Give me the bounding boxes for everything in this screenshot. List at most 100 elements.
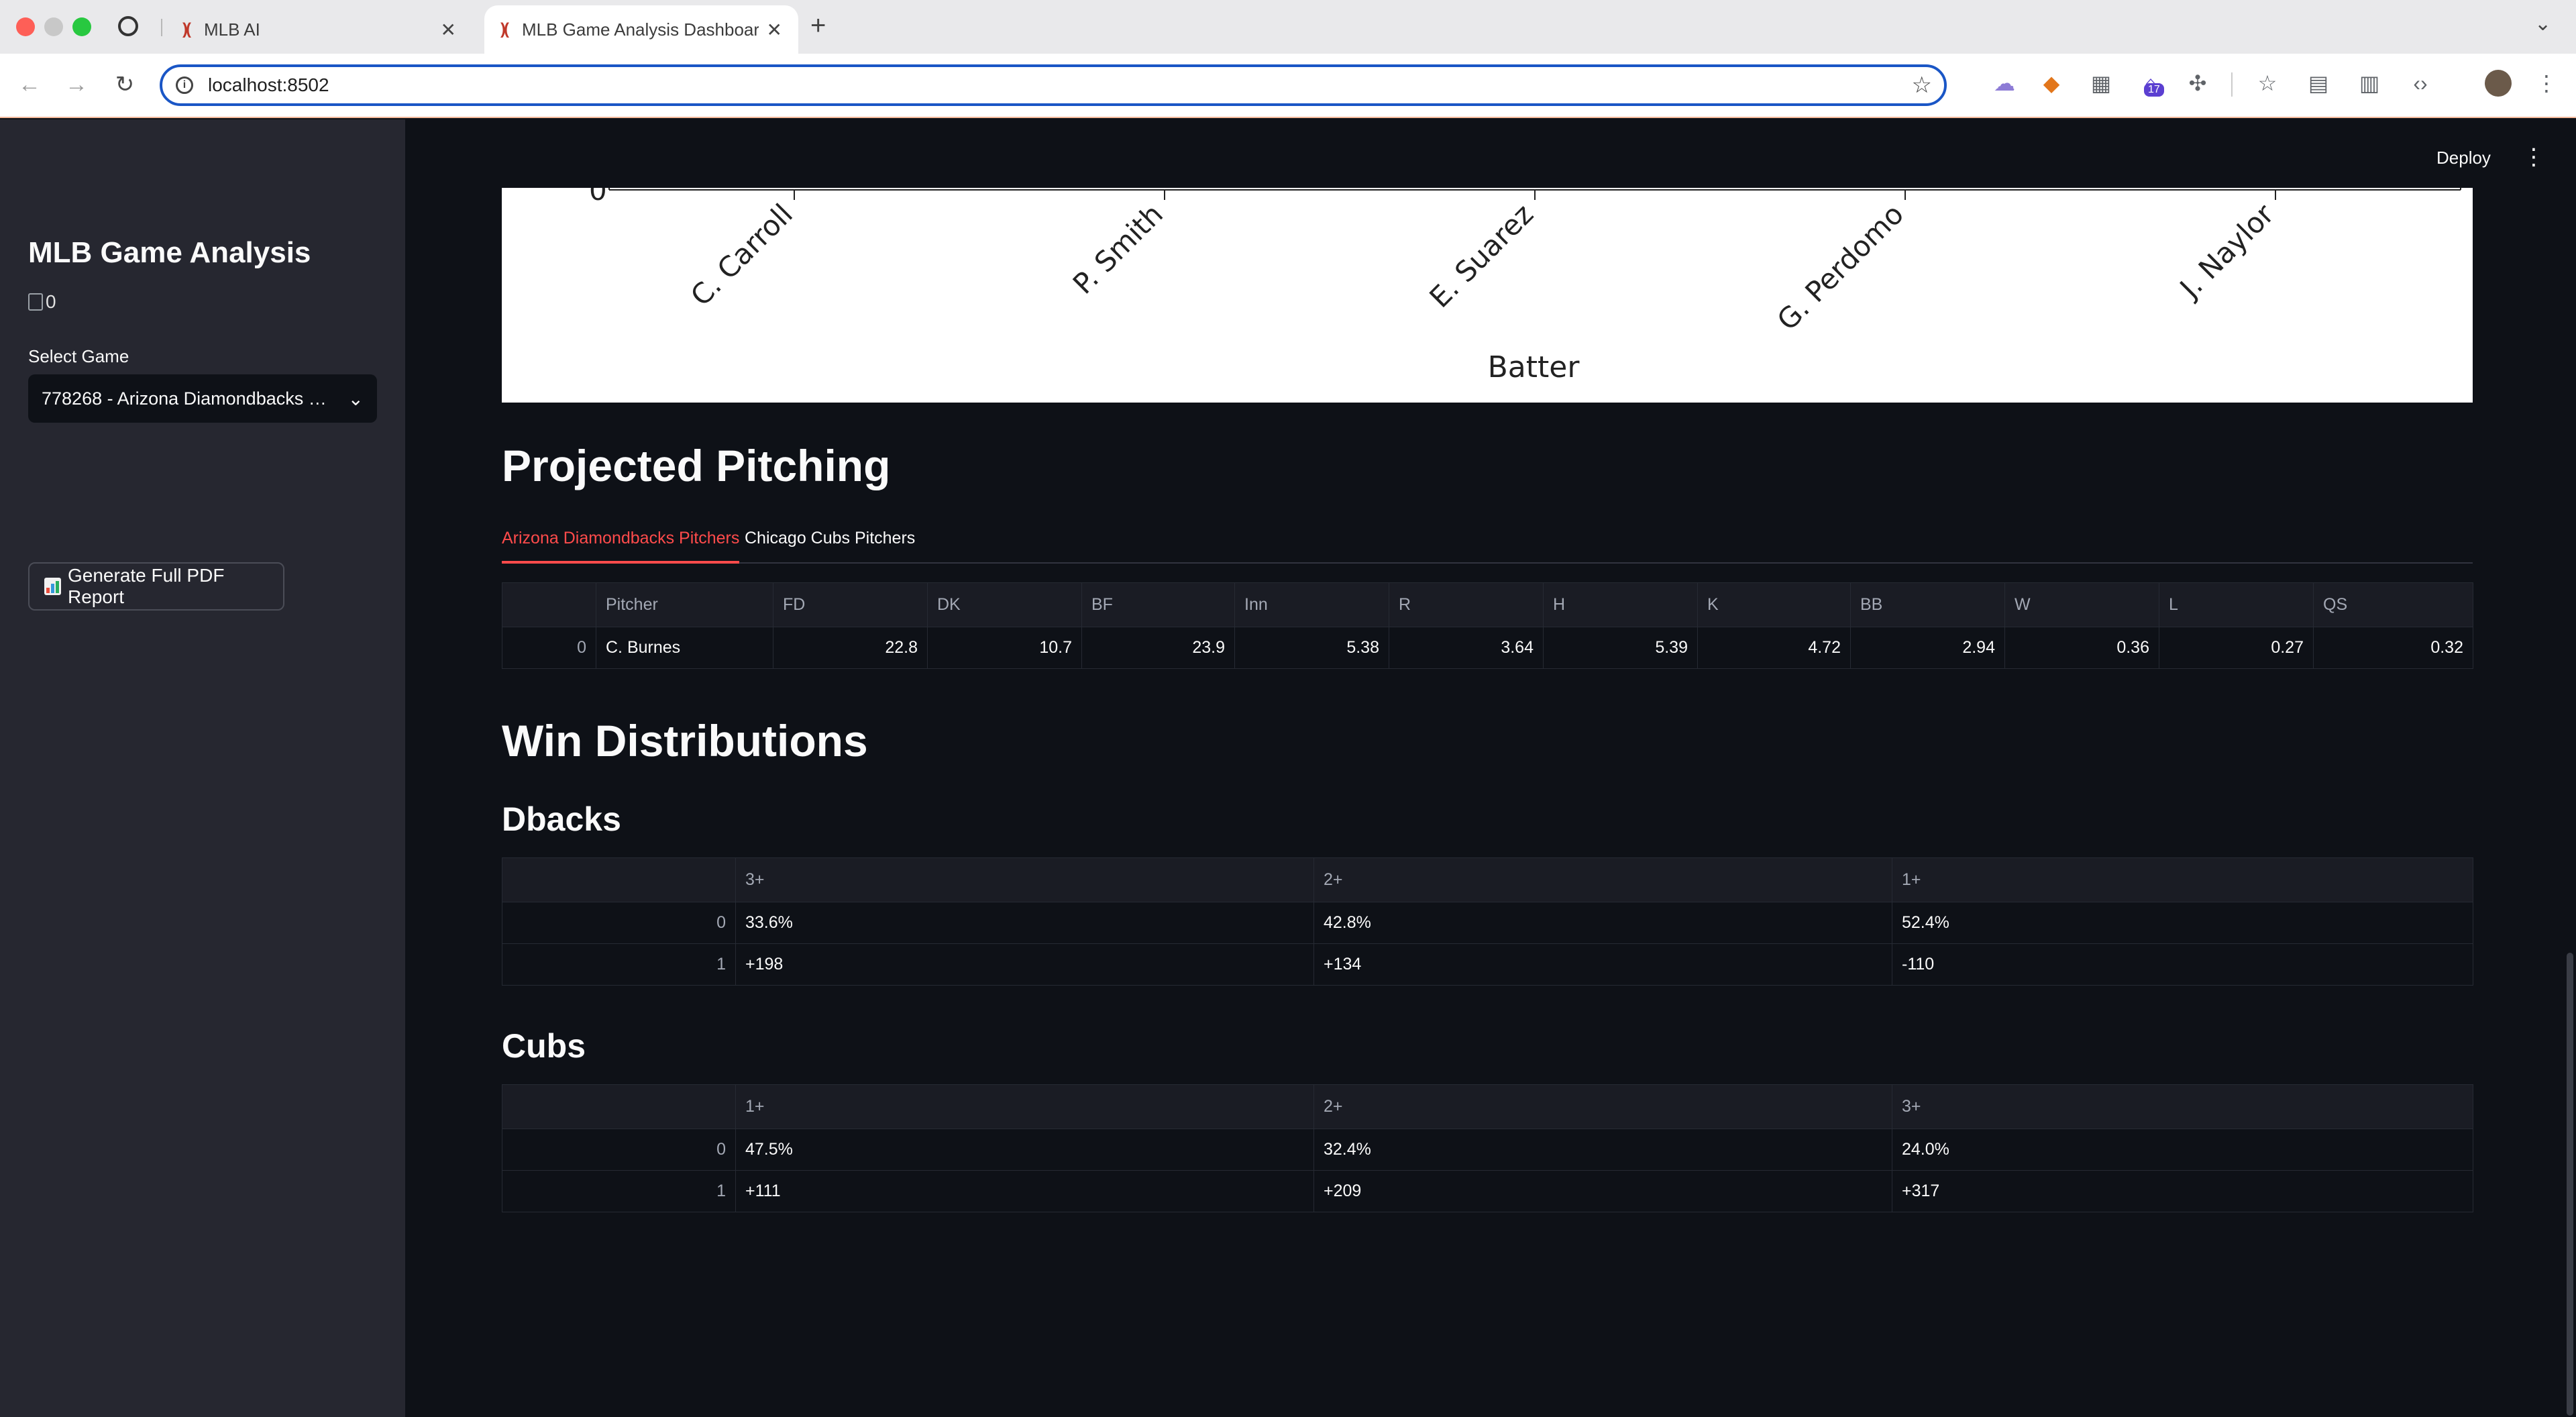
column-header[interactable]: FD — [773, 582, 928, 627]
pitching-table: Pitcher FD DK BF Inn R H K BB W L QS 0 C… — [502, 582, 2473, 669]
column-header[interactable] — [502, 1084, 736, 1129]
row-index: 1 — [502, 1170, 736, 1212]
tab-mlb-ai[interactable]: )( MLB AI ✕ — [166, 5, 472, 54]
table-cell[interactable]: 3.64 — [1389, 627, 1544, 669]
close-tab-icon[interactable]: ✕ — [441, 19, 456, 41]
new-tab-icon[interactable]: + — [810, 11, 826, 41]
back-icon[interactable]: ← — [13, 68, 46, 101]
row-index: 0 — [502, 627, 596, 669]
generate-pdf-button[interactable]: Generate Full PDF Report — [28, 562, 284, 611]
table-cell[interactable]: 4.72 — [1697, 627, 1851, 669]
column-header[interactable]: 1+ — [735, 1084, 1314, 1129]
table-cell[interactable]: 32.4% — [1313, 1129, 1892, 1171]
column-header[interactable]: 2+ — [1313, 857, 1892, 902]
table-cell[interactable]: 0.32 — [2313, 627, 2473, 669]
table-cell[interactable]: 33.6% — [735, 902, 1314, 944]
table-cell[interactable]: +198 — [735, 943, 1314, 986]
column-header[interactable]: BF — [1081, 582, 1235, 627]
devtools-icon[interactable]: ‹› — [2406, 68, 2435, 98]
table-cell[interactable]: -110 — [1892, 943, 2473, 986]
extensions-puzzle-icon[interactable]: ✣ — [2183, 68, 2212, 98]
table-cell[interactable]: 42.8% — [1313, 902, 1892, 944]
table-cell[interactable]: 24.0% — [1892, 1129, 2473, 1171]
column-header[interactable]: 2+ — [1313, 1084, 1892, 1129]
column-header[interactable]: 3+ — [1892, 1084, 2473, 1129]
column-header[interactable]: Inn — [1234, 582, 1389, 627]
win-distributions-heading: Win Distributions — [502, 716, 868, 766]
broken-image: 0 — [28, 291, 56, 313]
bookmark-star-icon[interactable]: ☆ — [1912, 72, 1932, 99]
y-tick-label: 0 — [589, 188, 607, 207]
site-info-icon[interactable]: i — [176, 76, 193, 94]
column-header[interactable]: L — [2159, 582, 2314, 627]
column-header[interactable]: Pitcher — [596, 582, 773, 627]
table-cell[interactable]: 5.38 — [1234, 627, 1389, 669]
maximize-window-button[interactable] — [72, 17, 91, 36]
column-header[interactable]: 3+ — [735, 857, 1314, 902]
toolbar-divider — [2231, 72, 2233, 97]
column-header[interactable]: H — [1543, 582, 1698, 627]
url-text[interactable]: localhost:8502 — [208, 74, 329, 96]
table-cell[interactable]: 52.4% — [1892, 902, 2473, 944]
column-header[interactable]: DK — [927, 582, 1082, 627]
reload-icon[interactable]: ↻ — [109, 68, 141, 101]
close-window-button[interactable] — [16, 17, 35, 36]
table-cell[interactable]: 10.7 — [927, 627, 1082, 669]
bookmarks-icon[interactable]: ☆ — [2253, 68, 2282, 98]
side-panel-icon[interactable]: ▥ — [2355, 68, 2384, 98]
deploy-button[interactable]: Deploy — [2436, 148, 2491, 168]
qr-code-icon[interactable]: ▦ — [2086, 68, 2116, 98]
dbacks-heading: Dbacks — [502, 800, 621, 838]
table-cell[interactable]: 0.36 — [2004, 627, 2159, 669]
toolbar: ← → ↻ i localhost:8502 ☆ ☁ ◆ ▦ ⌂ 17 ✣ ☆ … — [0, 54, 2576, 118]
column-header[interactable] — [502, 857, 736, 902]
minimize-window-button[interactable] — [44, 17, 63, 36]
x-tick-label: J. Naylor — [2172, 197, 2281, 306]
browser-menu-icon[interactable]: ⋮ — [2532, 68, 2561, 98]
x-tick-group: C. Carroll P. Smith E. Suarez G. Perdomo J. … — [684, 190, 2281, 337]
table-cell[interactable]: +209 — [1313, 1170, 1892, 1212]
table-cell[interactable]: C. Burnes — [596, 627, 773, 669]
column-header[interactable]: K — [1697, 582, 1851, 627]
table-row: 1 +198 +134 -110 — [502, 943, 2473, 986]
column-header[interactable]: QS — [2313, 582, 2473, 627]
scrollbar[interactable] — [2567, 953, 2573, 1416]
table-cell[interactable]: 2.94 — [1850, 627, 2005, 669]
table-cell[interactable]: +317 — [1892, 1170, 2473, 1212]
reading-list-icon[interactable]: ▤ — [2304, 68, 2333, 98]
metamask-fox-icon[interactable]: ◆ — [2037, 68, 2066, 98]
column-header[interactable]: 1+ — [1892, 857, 2473, 902]
forward-icon[interactable]: → — [60, 68, 93, 101]
main-menu-icon[interactable]: ⋮ — [2522, 144, 2545, 170]
table-header-row: Pitcher FD DK BF Inn R H K BB W L QS — [502, 582, 2473, 627]
table-cell[interactable]: 47.5% — [735, 1129, 1314, 1171]
tab-dbacks-pitchers[interactable]: Arizona Diamondbacks Pitchers — [502, 523, 740, 564]
table-cell[interactable]: 0.27 — [2159, 627, 2314, 669]
column-header[interactable]: R — [1389, 582, 1544, 627]
column-header[interactable]: BB — [1850, 582, 2005, 627]
batter-chart-svg: 0 C. Carroll P. Smith E. Suarez G. Perdomo J… — [589, 188, 2461, 384]
close-tab-icon[interactable]: ✕ — [767, 19, 782, 41]
cubs-win-table: 1+ 2+ 3+ 0 47.5% 32.4% 24.0% 1 +111 +209… — [502, 1084, 2473, 1212]
table-cell[interactable]: 5.39 — [1543, 627, 1698, 669]
row-index: 1 — [502, 943, 736, 986]
dbacks-win-table: 3+ 2+ 1+ 0 33.6% 42.8% 52.4% 1 +198 +134… — [502, 857, 2473, 986]
extension-cloud-icon[interactable]: ☁ — [1990, 68, 2019, 98]
x-tick-label: C. Carroll — [684, 197, 799, 312]
tab-mlb-dashboard[interactable]: )( MLB Game Analysis Dashboard ✕ — [484, 5, 798, 54]
select-game-label: Select Game — [28, 346, 129, 366]
table-cell[interactable]: +134 — [1313, 943, 1892, 986]
openai-tab-icon[interactable] — [118, 16, 138, 36]
baseball-icon: )( — [500, 20, 509, 38]
profile-avatar[interactable] — [2485, 70, 2512, 97]
table-cell[interactable]: 23.9 — [1081, 627, 1235, 669]
tab-cubs-pitchers[interactable]: Chicago Cubs Pitchers — [745, 523, 915, 561]
column-header[interactable] — [502, 582, 596, 627]
table-cell[interactable]: +111 — [735, 1170, 1314, 1212]
game-select[interactable]: 778268 - Arizona Diamondbacks @ Chicago … — [28, 374, 377, 423]
address-bar[interactable]: i localhost:8502 ☆ — [160, 64, 1947, 106]
x-axis-label: Batter — [1488, 350, 1580, 384]
column-header[interactable]: W — [2004, 582, 2159, 627]
tab-search-icon[interactable]: ⌄ — [2534, 12, 2551, 36]
table-cell[interactable]: 22.8 — [773, 627, 928, 669]
